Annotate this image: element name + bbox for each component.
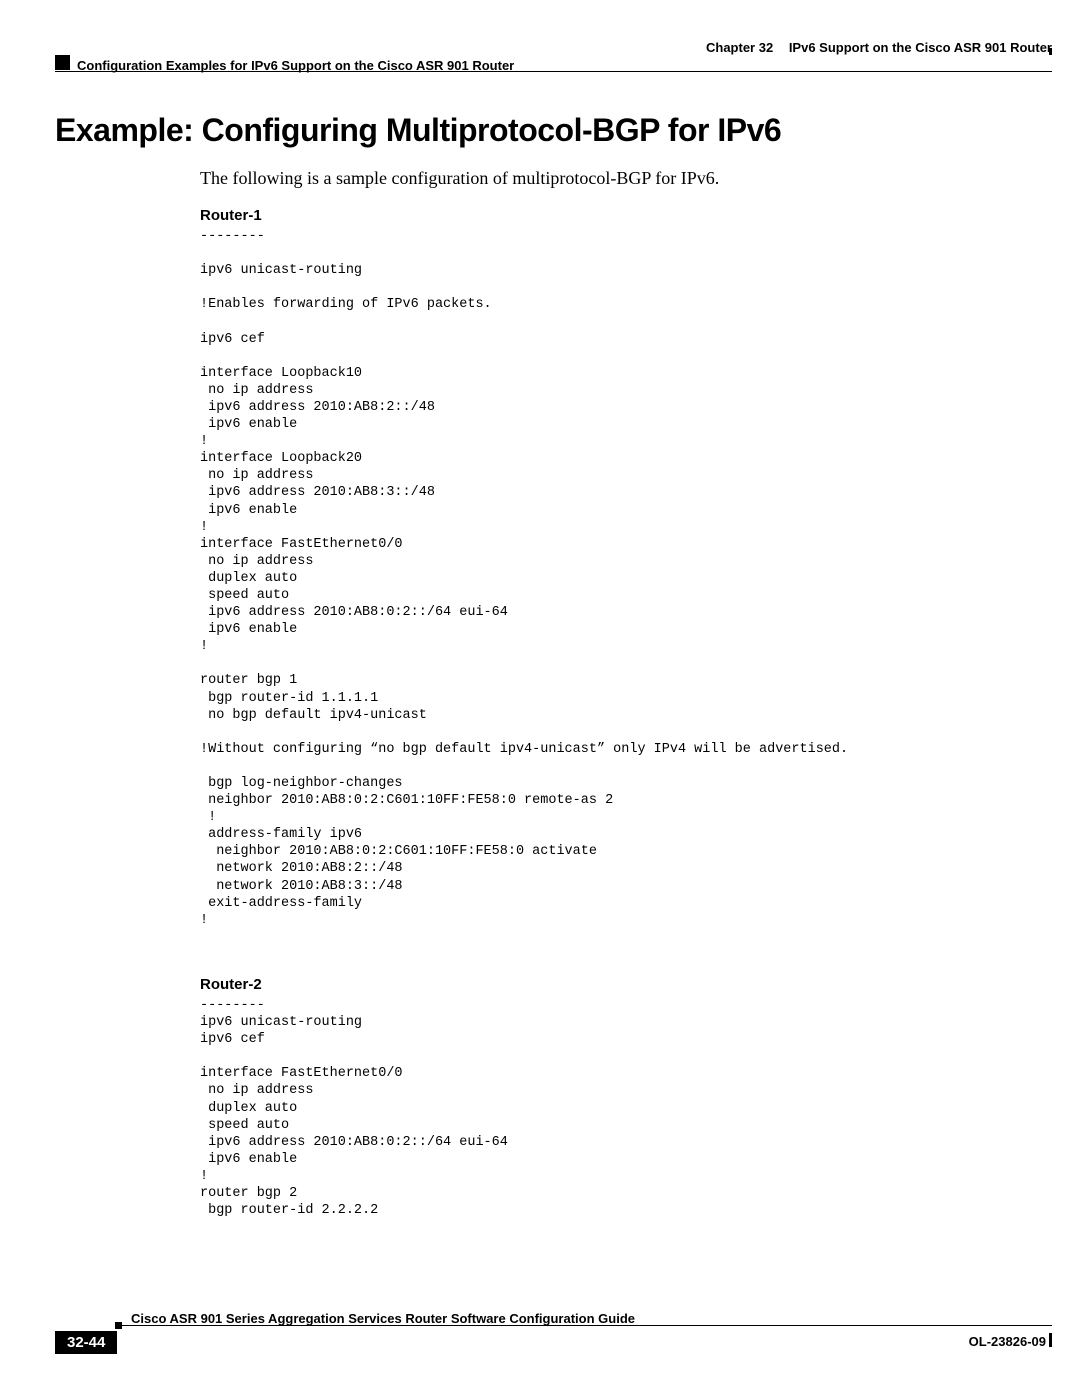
router-1-config-code: -------- ipv6 unicast-routing !Enables f…: [200, 228, 848, 929]
header-rule-end: [1049, 48, 1052, 55]
chapter-title: IPv6 Support on the Cisco ASR 901 Router: [789, 40, 1052, 55]
footer-rule: [115, 1325, 1052, 1326]
intro-paragraph: The following is a sample configuration …: [200, 168, 719, 189]
guide-title: Cisco ASR 901 Series Aggregation Service…: [131, 1311, 635, 1326]
page-title: Example: Configuring Multiprotocol-BGP f…: [55, 112, 781, 149]
header-rule: [55, 71, 1052, 72]
router-2-label: Router-2: [200, 976, 262, 993]
page-number: 32-44: [55, 1331, 117, 1354]
running-footer: Cisco ASR 901 Series Aggregation Service…: [55, 1325, 1052, 1363]
router-1-label: Router-1: [200, 207, 262, 224]
chapter-info: Chapter 32 IPv6 Support on the Cisco ASR…: [706, 40, 1052, 55]
chapter-number: Chapter 32: [706, 40, 773, 55]
running-header: Chapter 32 IPv6 Support on the Cisco ASR…: [55, 40, 1052, 68]
router-2-config-code: -------- ipv6 unicast-routing ipv6 cef i…: [200, 997, 508, 1219]
footer-rule-end: [1049, 1333, 1052, 1347]
document-id: OL-23826-09: [969, 1334, 1046, 1349]
header-square-icon: [55, 55, 70, 70]
